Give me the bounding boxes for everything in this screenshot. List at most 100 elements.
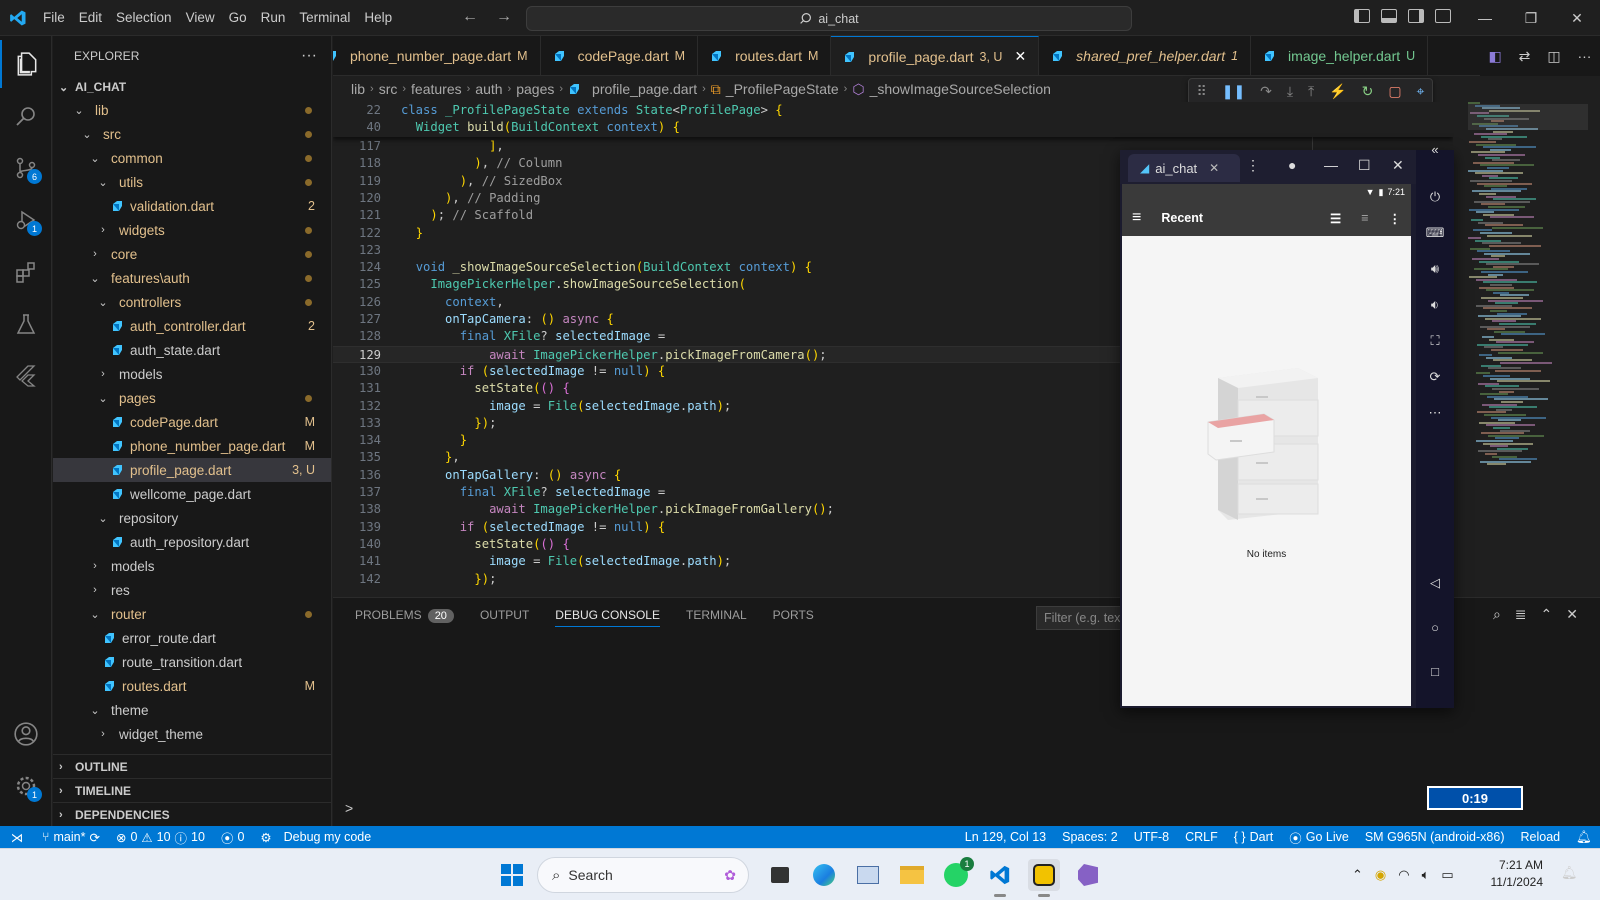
flutter-action-icon[interactable]: ◧ bbox=[1488, 48, 1501, 65]
editor-tab[interactable]: routes.dart M bbox=[698, 36, 832, 75]
folder-item[interactable]: › core bbox=[53, 242, 331, 266]
volume-icon[interactable]: 🔈︎ bbox=[1422, 867, 1430, 883]
folder-item[interactable]: › widgets bbox=[53, 218, 331, 242]
close-panel-icon[interactable]: ✕ bbox=[1566, 606, 1578, 623]
panel-tab-problems[interactable]: PROBLEMS 20 bbox=[355, 608, 454, 623]
debug-indicator[interactable]: ⚙ Debug my code bbox=[252, 830, 379, 845]
menu-go[interactable]: Go bbox=[222, 10, 254, 25]
close-tab-icon[interactable]: ✕ bbox=[1209, 161, 1219, 175]
editor-tab[interactable]: image_helper.dart U bbox=[1251, 36, 1429, 75]
explorer-icon[interactable] bbox=[0, 40, 52, 88]
panel-tab-terminal[interactable]: TERMINAL bbox=[686, 608, 747, 622]
clear-console-icon[interactable]: ≣ bbox=[1515, 606, 1527, 623]
taskbar-search[interactable]: ⌕ Search ✿ bbox=[537, 857, 749, 893]
android-back-icon[interactable]: ◁ bbox=[1416, 568, 1454, 598]
folder-item[interactable]: ⌄ router bbox=[53, 602, 331, 626]
menu-run[interactable]: Run bbox=[254, 10, 293, 25]
vscode-taskbar-icon[interactable] bbox=[984, 859, 1016, 897]
step-over-icon[interactable]: ↷ bbox=[1260, 83, 1272, 100]
whatsapp-icon[interactable]: 1 bbox=[940, 857, 974, 891]
file-item[interactable]: codePage.dart M bbox=[53, 410, 331, 434]
branch-indicator[interactable]: ⑂ main* ⟳ bbox=[34, 830, 108, 845]
sticky-scroll[interactable]: 22 class _ProfilePageState extends State<… bbox=[333, 102, 1453, 137]
file-item[interactable]: wellcome_page.dart bbox=[53, 482, 331, 506]
compare-changes-icon[interactable]: ⇄ bbox=[1519, 48, 1531, 65]
breadcrumb-item[interactable]: pages bbox=[516, 81, 554, 97]
debug-console-filter[interactable]: Filter (e.g. text, !exclude) bbox=[1036, 606, 1131, 630]
minimize-icon[interactable]: — bbox=[1324, 157, 1338, 173]
file-item[interactable]: validation.dart 2 bbox=[53, 194, 331, 218]
folder-item[interactable]: ⌄ repository bbox=[53, 506, 331, 530]
console-prompt[interactable]: > bbox=[345, 800, 353, 816]
hot-reload-icon[interactable]: ⚡ bbox=[1329, 83, 1346, 100]
show-hidden-icons-icon[interactable]: ⌃ bbox=[1352, 867, 1363, 883]
minimize-icon[interactable]: — bbox=[1462, 0, 1508, 36]
settings-gear-icon[interactable]: 1 bbox=[0, 762, 52, 810]
volume-up-icon[interactable]: 🔊︎ bbox=[1416, 254, 1454, 284]
customize-layout-icon[interactable] bbox=[1435, 9, 1451, 23]
breadcrumb-item[interactable]: _showImageSourceSelection bbox=[870, 81, 1051, 97]
toggle-panel-icon[interactable] bbox=[1381, 9, 1397, 23]
recorder-tray-icon[interactable]: ◉ bbox=[1375, 867, 1386, 883]
forward-arrow-icon[interactable]: → bbox=[496, 8, 512, 26]
folder-item[interactable]: › models bbox=[53, 554, 331, 578]
android-overview-icon[interactable]: □ bbox=[1416, 656, 1454, 686]
back-arrow-icon[interactable]: ← bbox=[462, 8, 478, 26]
more-actions-icon[interactable]: ··· bbox=[301, 47, 317, 65]
inspect-widget-icon[interactable]: ⌖ bbox=[1417, 83, 1425, 100]
folder-item[interactable]: ⌄ controllers bbox=[53, 290, 331, 314]
search-icon[interactable] bbox=[0, 92, 52, 140]
dependencies-section[interactable]: › DEPENDENCIES bbox=[53, 802, 332, 826]
remote-indicator-icon[interactable]: ⋊ bbox=[0, 826, 34, 848]
line-ending[interactable]: CRLF bbox=[1177, 828, 1226, 847]
device-screen[interactable]: ▼ ▮ 7:21 ≡ Recent ☰ ≡ ⋮ No items bbox=[1122, 184, 1411, 706]
step-into-icon[interactable]: ⤓ bbox=[1287, 83, 1293, 100]
emulator-menu-icon[interactable]: ⋮ bbox=[1246, 157, 1260, 174]
list-view-icon[interactable]: ☰ bbox=[1330, 211, 1341, 226]
wifi-icon[interactable]: ◠ bbox=[1398, 867, 1409, 883]
overflow-menu-icon[interactable]: ⋮ bbox=[1389, 211, 1402, 226]
code-line[interactable]: 22 class _ProfilePageState extends State<… bbox=[333, 102, 1453, 119]
file-item[interactable]: auth_state.dart bbox=[53, 338, 331, 362]
screenshot-icon[interactable]: ⛶ bbox=[1416, 326, 1454, 356]
outline-section[interactable]: › OUTLINE bbox=[53, 754, 332, 778]
android-home-icon[interactable]: ○ bbox=[1416, 612, 1454, 642]
edge-icon[interactable] bbox=[808, 859, 840, 891]
more-options-icon[interactable]: ⋯ bbox=[1416, 398, 1454, 428]
menu-terminal[interactable]: Terminal bbox=[292, 10, 357, 25]
folder-item[interactable]: ⌄ pages bbox=[53, 386, 331, 410]
close-tab-icon[interactable]: ✕ bbox=[1014, 48, 1026, 65]
folder-item[interactable]: ⌄ features\auth bbox=[53, 266, 331, 290]
search-icon[interactable]: ⌕ bbox=[1493, 606, 1501, 623]
folder-item[interactable]: › models bbox=[53, 362, 331, 386]
folder-item[interactable]: ⌄ src bbox=[53, 122, 331, 146]
language-mode[interactable]: { } Dart bbox=[1226, 828, 1281, 847]
notification-bell-icon[interactable]: 🔔︎ bbox=[1561, 865, 1578, 881]
file-item[interactable]: error_route.dart bbox=[53, 626, 331, 650]
folder-item[interactable]: ⌄ lib bbox=[53, 98, 331, 122]
task-view-icon[interactable] bbox=[764, 859, 796, 891]
testing-icon[interactable] bbox=[0, 300, 52, 348]
breadcrumb-item[interactable]: auth bbox=[475, 81, 502, 97]
rotate-icon[interactable]: ⟳ bbox=[1416, 362, 1454, 392]
volume-down-icon[interactable]: 🔉︎ bbox=[1416, 290, 1454, 320]
source-control-icon[interactable]: 6 bbox=[0, 144, 52, 192]
file-item[interactable]: phone_number_page.dart M bbox=[53, 434, 331, 458]
start-button-icon[interactable] bbox=[500, 863, 524, 890]
go-live-button[interactable]: ⦿ Go Live bbox=[1281, 828, 1357, 847]
power-icon[interactable]: ⏻ bbox=[1416, 182, 1454, 212]
notifications-bell-icon[interactable]: 🔔︎ bbox=[1568, 828, 1600, 847]
command-center[interactable]: ai_chat bbox=[526, 6, 1132, 31]
file-item[interactable]: profile_page.dart 3, U bbox=[53, 458, 331, 482]
restore-icon[interactable]: ❐ bbox=[1508, 0, 1554, 36]
sort-icon[interactable]: ≡ bbox=[1361, 211, 1368, 225]
close-window-icon[interactable]: ✕ bbox=[1554, 0, 1600, 36]
file-item[interactable]: route_transition.dart bbox=[53, 650, 331, 674]
toggle-secondary-sidebar-icon[interactable] bbox=[1408, 9, 1424, 23]
breadcrumb-item[interactable]: src bbox=[379, 81, 398, 97]
close-icon[interactable]: ✕ bbox=[1392, 157, 1404, 174]
minimap[interactable] bbox=[1468, 102, 1588, 596]
maximize-icon[interactable]: ☐ bbox=[1358, 157, 1371, 174]
collapse-icon[interactable]: « bbox=[1416, 134, 1454, 164]
extensions-icon[interactable] bbox=[0, 248, 52, 296]
